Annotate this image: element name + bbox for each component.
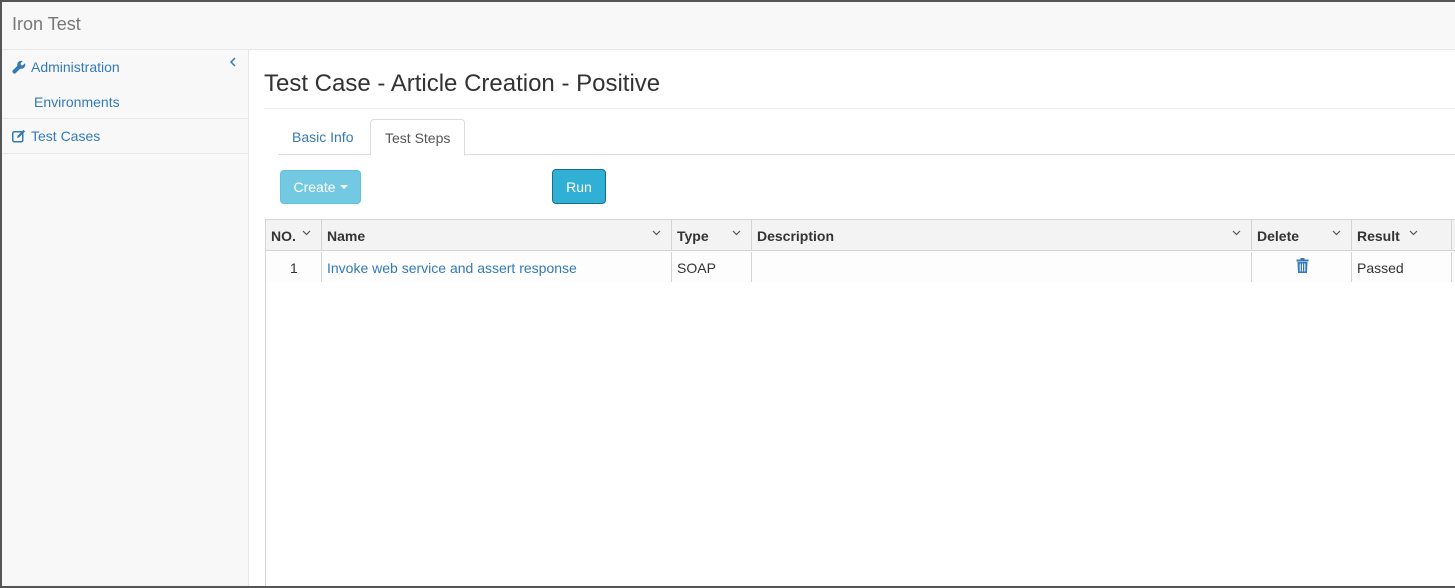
grid-header: NO. Name Type Description Delete Result <box>266 220 1455 251</box>
chevron-down-icon[interactable] <box>652 230 661 236</box>
cell-result: Passed <box>1352 252 1452 282</box>
sidebar-item-label: Test Cases <box>31 128 101 144</box>
trash-icon[interactable] <box>1296 258 1309 273</box>
chevron-left-icon[interactable] <box>228 56 238 68</box>
wrench-icon <box>12 60 26 74</box>
table-row[interactable]: 1 Invoke web service and assert response… <box>266 252 1455 282</box>
create-button-label: Create <box>293 179 336 195</box>
column-header-type[interactable]: Type <box>672 220 752 251</box>
test-steps-grid: NO. Name Type Description Delete Result … <box>265 219 1455 586</box>
edit-icon <box>12 129 26 143</box>
status-text: Passed <box>1357 260 1404 276</box>
sidebar-item-test-cases[interactable]: Test Cases <box>2 119 248 154</box>
app-window: Iron Test Administration Environments Te… <box>0 0 1455 588</box>
cell-type: SOAP <box>672 252 752 282</box>
chevron-down-icon[interactable] <box>302 230 311 236</box>
column-header-name[interactable]: Name <box>322 220 672 251</box>
chevron-down-icon[interactable] <box>1409 230 1418 236</box>
test-step-link[interactable]: Invoke web service and assert response <box>327 260 577 276</box>
sidebar-item-label: Administration <box>31 59 120 75</box>
column-header-result[interactable]: Result <box>1352 220 1452 251</box>
chevron-down-icon[interactable] <box>732 230 741 236</box>
app-brand[interactable]: Iron Test <box>12 14 81 35</box>
create-button[interactable]: Create <box>280 170 361 204</box>
top-navbar: Iron Test <box>2 2 1455 50</box>
cell-delete <box>1252 252 1352 282</box>
caret-down-icon <box>339 185 348 189</box>
column-header-description[interactable]: Description <box>752 220 1252 251</box>
sidebar-item-administration[interactable]: Administration <box>2 50 248 85</box>
tab-test-steps[interactable]: Test Steps <box>370 119 466 156</box>
chevron-down-icon[interactable] <box>1232 230 1241 236</box>
sidebar-subitem-label: Environments <box>34 94 120 110</box>
column-header-delete[interactable]: Delete <box>1252 220 1352 251</box>
column-header-no[interactable]: NO. <box>266 220 322 251</box>
cell-description <box>752 252 1252 282</box>
chevron-down-icon[interactable] <box>1332 230 1341 236</box>
main-content: Test Case - Article Creation - Positive … <box>250 50 1455 586</box>
cell-name: Invoke web service and assert response <box>322 252 672 282</box>
page-title: Test Case - Article Creation - Positive <box>264 70 661 97</box>
tab-basic-info[interactable]: Basic Info <box>278 119 367 155</box>
run-button[interactable]: Run <box>552 169 606 204</box>
sidebar-item-environments[interactable]: Environments <box>2 85 248 119</box>
cell-no: 1 <box>266 252 322 282</box>
sidebar: Administration Environments Test Cases <box>2 50 249 586</box>
tab-bar: Basic Info Test Steps <box>278 119 1455 156</box>
divider <box>264 108 1455 109</box>
